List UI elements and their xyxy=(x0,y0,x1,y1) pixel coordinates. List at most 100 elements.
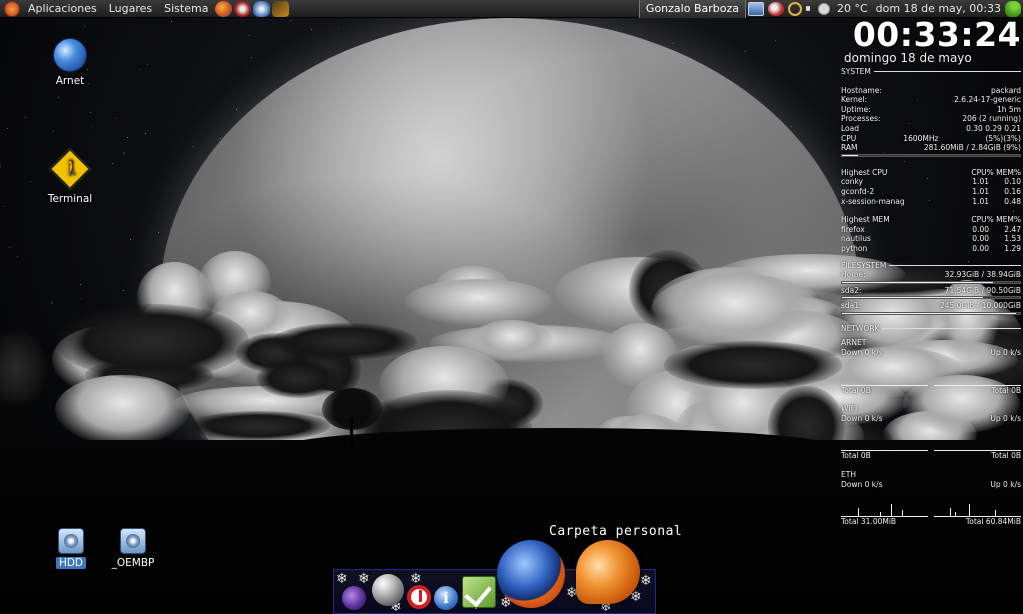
star xyxy=(24,117,26,119)
conky-cpu: CPU 1600MHz (5%)(3%) xyxy=(841,133,1021,143)
hard-drive-icon xyxy=(120,528,146,554)
star xyxy=(3,205,5,207)
net-eth-label: ETH xyxy=(841,470,856,480)
highest-mem-list: firefox 0.00 2.47 nautilus 0.00 1.53 python 0.0… xyxy=(841,225,1021,254)
conky-clock: 00:33:24 xyxy=(852,15,1021,54)
mail-icon[interactable] xyxy=(234,0,252,17)
star xyxy=(139,69,141,71)
eth-up-graph xyxy=(934,489,1021,518)
star xyxy=(147,64,149,66)
monitor-icon[interactable] xyxy=(747,1,764,16)
star xyxy=(90,111,92,113)
cloud xyxy=(55,304,249,380)
conky-processes: Processes: 206 (2 running) xyxy=(841,114,1021,124)
snowflake-icon: ❄ xyxy=(336,571,348,587)
highest_cpu-row: x-session-manag 1.01 0.48 xyxy=(841,196,1021,206)
menu-sistema[interactable]: Sistema xyxy=(158,0,214,18)
users-icon[interactable] xyxy=(767,1,784,16)
star xyxy=(144,133,146,135)
star xyxy=(774,40,776,41)
conky-monitor: 00:33:24 domingo 18 de mayo SYSTEM Hostn… xyxy=(841,18,1021,527)
star xyxy=(249,35,251,37)
desktop-icon-terminal[interactable]: Terminal xyxy=(30,147,110,205)
net-eth-rate: Down 0 k/s Up 0 k/s xyxy=(841,479,1021,489)
conky-section-system: SYSTEM xyxy=(841,67,1021,77)
sda2-bar xyxy=(841,296,1021,300)
desktop-icon-oembp[interactable]: _OEMBP xyxy=(93,528,173,569)
chrome-sphere-icon[interactable] xyxy=(372,574,404,606)
highest_mem-row: python 0.00 1.29 xyxy=(841,243,1021,253)
menu-lugares[interactable]: Lugares xyxy=(103,0,158,18)
star xyxy=(83,26,85,28)
firefox-icon[interactable] xyxy=(497,540,565,608)
highest_mem-row: firefox 0.00 2.47 xyxy=(841,224,1021,234)
bolt-icon[interactable] xyxy=(272,0,290,17)
conky-fs-home: Home: 32.93GiB / 38.94GiB xyxy=(841,270,1021,280)
arnet-up-graph xyxy=(934,358,1021,386)
star xyxy=(193,145,195,147)
star xyxy=(81,297,83,299)
star xyxy=(52,130,54,132)
menu-aplicaciones[interactable]: Aplicaciones xyxy=(22,0,103,18)
temperature-label[interactable]: 20 °C xyxy=(833,2,872,15)
star xyxy=(58,97,60,99)
cloud xyxy=(664,341,843,389)
highest_mem-row: nautilus 0.00 1.53 xyxy=(841,234,1021,244)
weather-icon[interactable] xyxy=(817,2,830,15)
search-icon[interactable] xyxy=(787,1,802,16)
star xyxy=(0,166,2,168)
cloud xyxy=(651,272,820,347)
star xyxy=(250,56,252,58)
net-wifi-total: Total 0B Total 0B xyxy=(841,451,1021,461)
tasks-check-icon[interactable] xyxy=(462,576,496,608)
net-arnet-rate: Down 0 k/s Up 0 k/s xyxy=(841,348,1021,358)
panel-clock[interactable]: dom 18 de may, 00:33 xyxy=(872,2,1005,15)
star xyxy=(171,20,172,22)
desktop-icon-arnet[interactable]: Arnet xyxy=(30,38,110,87)
wallpaper-tree-trunk xyxy=(350,418,353,450)
desktop-icon-label: HDD xyxy=(55,557,87,569)
ubuntu-logo-icon[interactable] xyxy=(4,0,20,17)
graph-spike xyxy=(880,512,882,517)
purple-orb-icon[interactable] xyxy=(342,586,366,610)
pidgin-icon[interactable] xyxy=(253,0,271,17)
star xyxy=(123,153,125,155)
conky-kernel: Kernel: 2.6.24-17-generic xyxy=(841,95,1021,105)
graph-spike xyxy=(858,508,860,517)
user-switcher[interactable]: Gonzalo Barboza xyxy=(638,0,746,18)
firefox-icon[interactable] xyxy=(215,0,233,17)
net-wifi-rate: Down 0 k/s Up 0 k/s xyxy=(841,413,1021,423)
power-icon[interactable] xyxy=(407,585,431,609)
snowflake-icon: ❄ xyxy=(410,571,422,587)
conky-hostname: Hostname: packard xyxy=(841,85,1021,95)
dock-tooltip: Carpeta personal xyxy=(549,524,683,539)
home-folder-shell-icon[interactable] xyxy=(576,540,640,604)
net-arnet-total: Total 0B Total 0B xyxy=(841,385,1021,395)
conky-fs-sda2: sda2: 71.54GiB / 90.50GiB xyxy=(841,285,1021,295)
star xyxy=(290,20,292,21)
conky-fs-sda1: sda1: 245.0GiB / 10.000GiB xyxy=(841,301,1021,311)
conky-ram: RAM 281.60MiB / 2.84GiB (9%) xyxy=(841,143,1021,153)
info-icon[interactable]: i xyxy=(434,586,458,610)
net-wifi-label: WIFI xyxy=(841,404,858,414)
star xyxy=(80,283,82,285)
conky-section-filesystem: FILESYSTEM xyxy=(841,261,1021,271)
star xyxy=(744,50,746,52)
star xyxy=(111,163,113,165)
cloud xyxy=(405,279,553,325)
home-bar xyxy=(841,280,1021,284)
star xyxy=(790,125,792,127)
highest_cpu-row: gconfd-2 1.01 0.16 xyxy=(841,186,1021,196)
conky-load: Load 0.30 0.29 0.21 xyxy=(841,123,1021,133)
eth-down-graph xyxy=(841,489,928,518)
star xyxy=(51,301,53,303)
wifi-down-graph xyxy=(841,423,928,452)
graph-spike xyxy=(968,504,970,517)
star xyxy=(7,127,9,129)
star xyxy=(17,255,19,257)
volume-icon[interactable] xyxy=(805,2,816,15)
snowflake-icon: ❄ xyxy=(358,571,370,587)
star xyxy=(123,289,125,291)
highest-cpu-header: Highest CPU CPU% MEM% xyxy=(841,167,1021,177)
cloud xyxy=(601,323,678,388)
